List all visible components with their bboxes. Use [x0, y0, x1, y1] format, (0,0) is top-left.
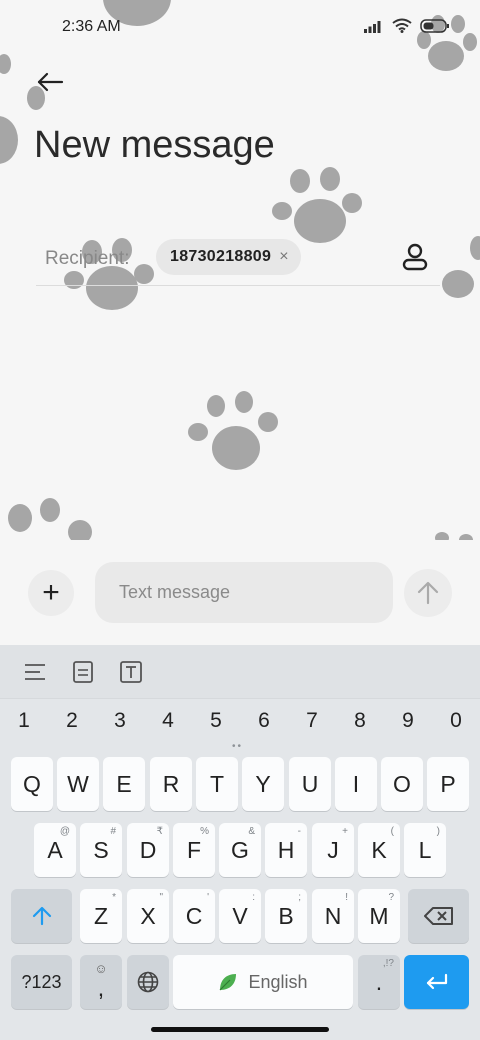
shift-key[interactable]: [11, 889, 72, 943]
key-letter[interactable]: W: [57, 757, 99, 811]
emoji-comma-key[interactable]: ☺ ,: [80, 955, 122, 1009]
enter-icon: [426, 973, 447, 990]
key-number[interactable]: 3: [96, 709, 144, 733]
text-box-icon[interactable]: [118, 659, 144, 685]
key-letter[interactable]: Y: [242, 757, 284, 811]
key-number[interactable]: 2: [48, 709, 96, 733]
key-number[interactable]: 1: [0, 709, 48, 733]
key-letter[interactable]: ) L: [404, 823, 446, 877]
add-attachment-button[interactable]: +: [28, 570, 74, 616]
contact-picker-button[interactable]: [400, 242, 430, 272]
align-left-icon[interactable]: [22, 659, 48, 685]
leaf-icon: [220, 974, 237, 991]
key-number[interactable]: 7: [288, 709, 336, 733]
enter-key[interactable]: [404, 955, 469, 1009]
emoji-icon: ☺: [94, 961, 108, 976]
key-letter[interactable]: @ A: [34, 823, 76, 877]
status-icons: [364, 18, 450, 33]
key-letter[interactable]: O: [381, 757, 423, 811]
key-letter[interactable]: Q: [11, 757, 53, 811]
back-button[interactable]: [30, 62, 70, 102]
signal-icon: [364, 20, 381, 33]
key-letter[interactable]: & G: [219, 823, 261, 877]
key-letter[interactable]: ' C: [173, 889, 215, 943]
recipient-chip[interactable]: 18730218809 ×: [156, 239, 301, 275]
key-letter[interactable]: ? M: [358, 889, 400, 943]
page-title: New message: [34, 124, 275, 166]
status-time: 2:36 AM: [62, 18, 121, 35]
key-letter[interactable]: T: [196, 757, 238, 811]
key-letter[interactable]: R: [150, 757, 192, 811]
message-input[interactable]: [95, 562, 393, 623]
key-letter[interactable]: " X: [127, 889, 169, 943]
key-letter[interactable]: (K: [358, 823, 400, 877]
plus-icon: +: [42, 576, 60, 609]
key-letter[interactable]: :V: [219, 889, 261, 943]
key-number[interactable]: 9: [384, 709, 432, 733]
symbols-key[interactable]: ?123: [11, 955, 72, 1009]
keyboard: 1 2 3 4 5 6 7 8 9 0 •• Q W E R T Y U I O…: [0, 645, 480, 1040]
arrow-up-icon: [417, 581, 439, 605]
language-key[interactable]: [127, 955, 169, 1009]
shift-icon: [32, 906, 51, 926]
key-letter[interactable]: * Z: [80, 889, 122, 943]
home-indicator[interactable]: [151, 1027, 329, 1032]
wifi-icon: [392, 18, 412, 33]
key-letter[interactable]: -H: [265, 823, 307, 877]
number-row: 1 2 3 4 5 6 7 8 9 0: [0, 703, 480, 743]
key-number[interactable]: 4: [144, 709, 192, 733]
status-bar: 2:36 AM: [0, 0, 480, 56]
globe-icon: [137, 971, 159, 993]
recipient-label: Recipient:: [45, 248, 130, 269]
key-number[interactable]: 0: [432, 709, 480, 733]
key-letter[interactable]: + J: [312, 823, 354, 877]
chip-close-icon[interactable]: ×: [279, 248, 288, 266]
key-letter[interactable]: P: [427, 757, 469, 811]
document-icon[interactable]: [70, 659, 96, 685]
key-letter[interactable]: E: [103, 757, 145, 811]
keyboard-toolbar: [0, 645, 480, 699]
recipient-row: Recipient: 18730218809 ×: [36, 236, 440, 286]
key-letter[interactable]: U: [289, 757, 331, 811]
paw-print-icon: [186, 388, 280, 474]
backspace-key[interactable]: [408, 889, 469, 943]
period-key[interactable]: ,!?.: [358, 955, 400, 1009]
key-letter[interactable]: ! N: [312, 889, 354, 943]
battery-icon: [420, 18, 449, 33]
compose-bar: +: [0, 540, 480, 645]
key-letter[interactable]: % F: [173, 823, 215, 877]
backspace-icon: [423, 907, 453, 925]
key-number[interactable]: 6: [240, 709, 288, 733]
arrow-left-icon: [37, 72, 64, 92]
key-number[interactable]: 5: [192, 709, 240, 733]
space-bar[interactable]: English: [173, 955, 353, 1009]
page-dots: ••: [232, 741, 244, 752]
person-icon: [402, 243, 428, 271]
paw-print-icon: [0, 494, 96, 544]
key-number[interactable]: 8: [336, 709, 384, 733]
paw-print-icon: [438, 228, 480, 308]
key-letter[interactable]: I: [335, 757, 377, 811]
key-letter[interactable]: ; B: [265, 889, 307, 943]
send-button[interactable]: [404, 569, 452, 617]
key-letter[interactable]: ₹ D: [127, 823, 169, 877]
recipient-chip-number: 18730218809: [170, 248, 272, 265]
key-letter[interactable]: # S: [80, 823, 122, 877]
